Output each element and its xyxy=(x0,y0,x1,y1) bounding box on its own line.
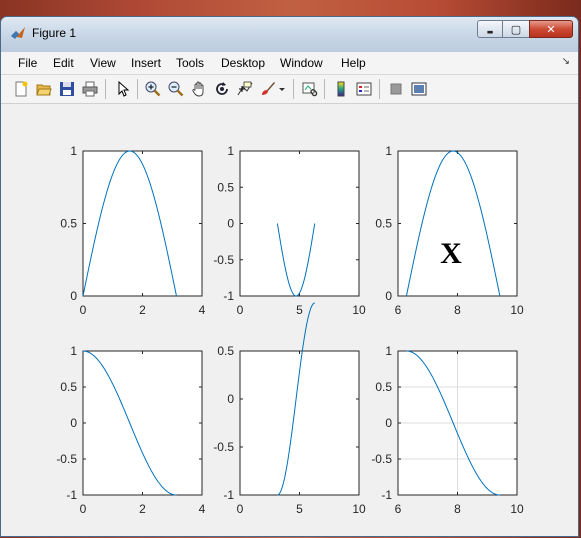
x-text-annotation: X xyxy=(440,237,462,270)
subplot-grid: 0 2 400.510 5 10-1-0.500.516 8 1000.510 2 4-1-0.… xyxy=(56,144,524,516)
x-tick-label: 10 xyxy=(510,303,524,317)
y-tick-label: -1 xyxy=(381,488,392,502)
y-tick-label: -0.5 xyxy=(213,253,234,267)
y-tick-label: -0.5 xyxy=(56,452,77,466)
close-icon: ✕ xyxy=(546,22,556,36)
hide-plot-tools-icon[interactable] xyxy=(387,80,405,98)
y-tick-label: 1 xyxy=(70,144,77,158)
y-tick-label: 0 xyxy=(70,289,77,303)
brush-dropdown-icon[interactable] xyxy=(277,80,287,98)
close-button[interactable]: ✕ xyxy=(529,20,573,38)
x-tick-label: 0 xyxy=(80,303,87,317)
brush-icon[interactable] xyxy=(259,80,277,98)
y-tick-label: 0 xyxy=(385,289,392,303)
pointer-icon[interactable] xyxy=(114,80,132,98)
x-tick-label: 6 xyxy=(395,303,402,317)
save-icon[interactable] xyxy=(58,80,76,98)
link-plot-icon[interactable] xyxy=(301,80,319,98)
maximize-button[interactable]: ▢ xyxy=(503,20,529,38)
menu-view[interactable]: View xyxy=(90,56,116,70)
x-tick-label: 10 xyxy=(352,502,366,516)
y-tick-label: 0 xyxy=(70,416,77,430)
menu-tools[interactable]: Tools xyxy=(176,56,204,70)
y-tick-label: 1 xyxy=(385,144,392,158)
data-cursor-icon[interactable] xyxy=(236,80,254,98)
dock-figure-icon[interactable]: ↘ xyxy=(562,56,570,67)
toolbar-separator xyxy=(105,79,106,99)
x-tick-label: 5 xyxy=(296,303,303,317)
y-tick-label: -1 xyxy=(223,289,234,303)
axes-box[interactable] xyxy=(82,350,203,496)
figure-window: Figure 1 ▬ ▢ ✕ File Edit View Insert Too… xyxy=(0,16,579,537)
legend-icon[interactable] xyxy=(355,80,373,98)
maximize-icon: ▢ xyxy=(510,22,522,36)
pan-hand-icon[interactable] xyxy=(190,80,208,98)
print-icon[interactable] xyxy=(81,80,99,98)
y-tick-label: 0.5 xyxy=(375,380,392,394)
y-tick-label: 1 xyxy=(385,344,392,358)
menu-edit[interactable]: Edit xyxy=(53,56,74,70)
y-tick-label: 0 xyxy=(385,416,392,430)
menu-desktop[interactable]: Desktop xyxy=(221,56,265,70)
axes-box[interactable] xyxy=(239,150,360,297)
toolbar-separator xyxy=(137,79,138,99)
y-tick-label: -1 xyxy=(223,488,234,502)
figure-canvas: 0 2 4 0 0.5 1 0 5 10 -1 -0.5 0 0.5 1 6 8 10 0 0.5 1 0 2 4 -1 -0.… xyxy=(4,105,575,533)
y-tick-label: 1 xyxy=(70,344,77,358)
minimize-button[interactable]: ▬ xyxy=(477,20,503,38)
y-tick-label: -0.5 xyxy=(371,452,392,466)
y-tick-label: 1 xyxy=(227,144,234,158)
x-tick-label: 2 xyxy=(139,502,146,516)
menu-file[interactable]: File xyxy=(18,56,37,70)
axes-box[interactable] xyxy=(397,150,518,297)
show-plot-tools-icon[interactable] xyxy=(410,80,428,98)
window-title: Figure 1 xyxy=(32,26,77,40)
x-tick-label: 10 xyxy=(352,303,366,317)
x-tick-label: 0 xyxy=(237,502,244,516)
x-tick-label: 6 xyxy=(395,502,402,516)
menu-window[interactable]: Window xyxy=(280,56,323,70)
new-figure-icon[interactable] xyxy=(12,80,30,98)
menu-insert[interactable]: Insert xyxy=(131,56,161,70)
y-tick-label: 0.5 xyxy=(60,217,77,231)
y-tick-label: 0.5 xyxy=(217,180,234,194)
y-tick-label: 0.5 xyxy=(217,344,234,358)
toolbar-separator xyxy=(293,79,294,99)
colorbar-icon[interactable] xyxy=(332,80,350,98)
zoom-out-icon[interactable] xyxy=(167,80,185,98)
y-tick-label: 0.5 xyxy=(375,217,392,231)
x-tick-label: 2 xyxy=(139,303,146,317)
minimize-icon: ▬ xyxy=(486,27,494,36)
matlab-logo-icon xyxy=(11,27,25,39)
figure-toolbar xyxy=(1,75,578,104)
title-bar[interactable]: Figure 1 ▬ ▢ ✕ xyxy=(1,17,578,53)
x-tick-label: 0 xyxy=(80,502,87,516)
menu-help[interactable]: Help xyxy=(341,56,366,70)
y-tick-label: 0 xyxy=(227,392,234,406)
toolbar-separator xyxy=(379,79,380,99)
x-tick-label: 8 xyxy=(454,303,461,317)
toolbar-separator xyxy=(324,79,325,99)
open-file-icon[interactable] xyxy=(35,80,53,98)
y-tick-label: -0.5 xyxy=(213,440,234,454)
zoom-in-icon[interactable] xyxy=(144,80,162,98)
x-tick-label: 4 xyxy=(199,502,206,516)
menu-bar: File Edit View Insert Tools Desktop Wind… xyxy=(1,52,578,75)
x-tick-label: 4 xyxy=(199,303,206,317)
x-tick-label: 8 xyxy=(454,502,461,516)
y-tick-label: 0 xyxy=(227,217,234,231)
x-tick-label: 0 xyxy=(237,303,244,317)
axes-box[interactable] xyxy=(82,150,203,297)
y-tick-label: 0.5 xyxy=(60,380,77,394)
x-tick-label: 10 xyxy=(510,502,524,516)
y-tick-label: -1 xyxy=(66,488,77,502)
x-tick-label: 5 xyxy=(296,502,303,516)
rotate-3d-icon[interactable] xyxy=(213,80,231,98)
